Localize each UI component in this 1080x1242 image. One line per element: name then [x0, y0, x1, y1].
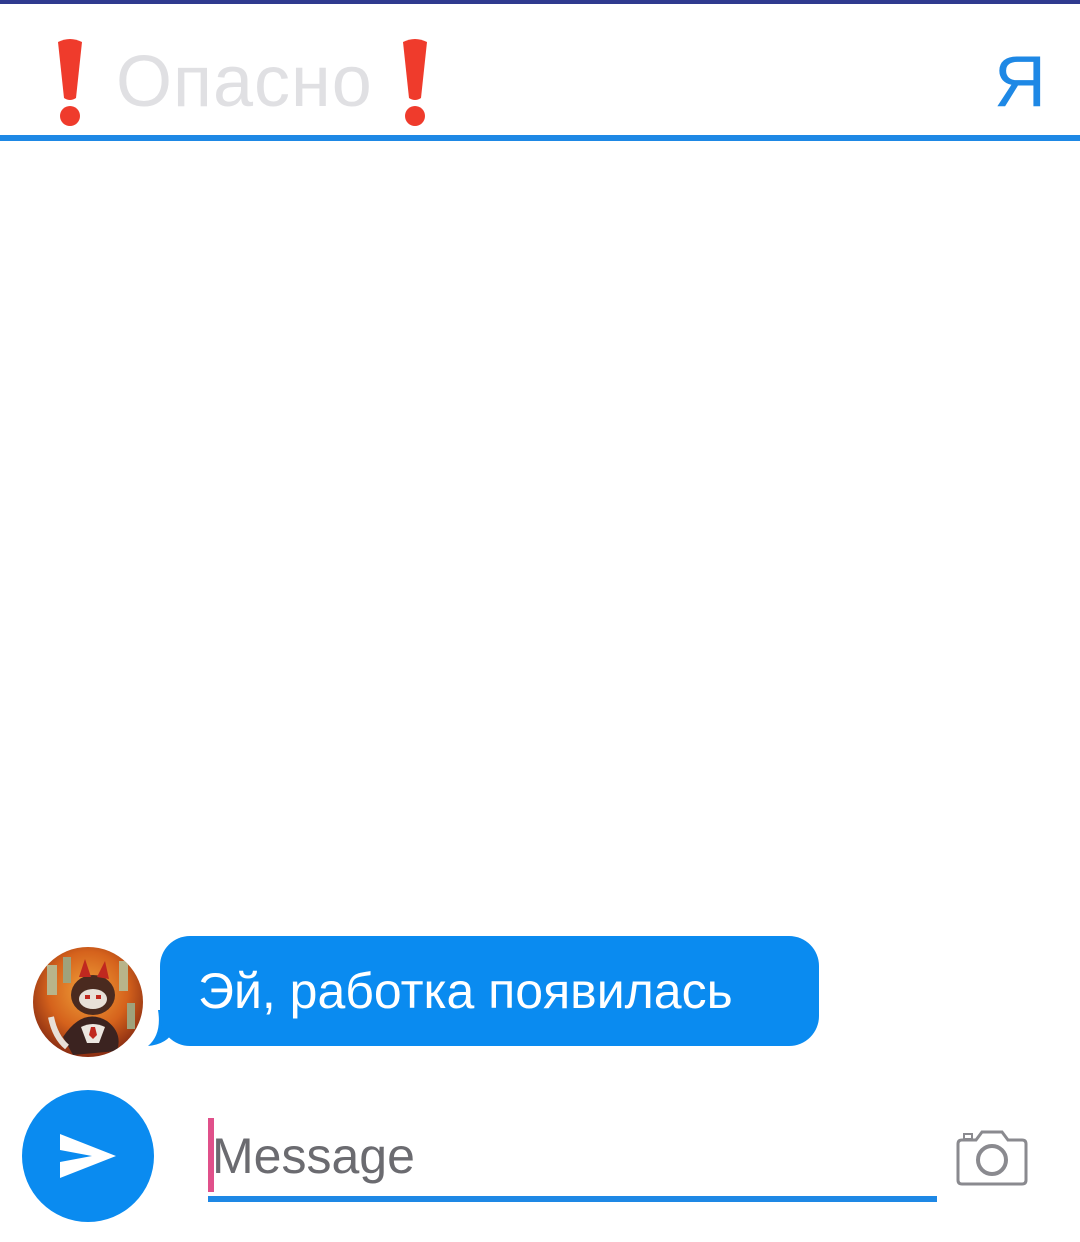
chat-title-row: Опасно [40, 32, 445, 132]
chat-header: Опасно Я [0, 4, 1080, 136]
send-arrow-icon [60, 1134, 116, 1178]
camera-icon [956, 1130, 1028, 1186]
text-caret [208, 1118, 214, 1192]
message-text: Эй, работка появилась [198, 963, 733, 1019]
message-input[interactable] [210, 1118, 936, 1194]
input-underline [208, 1196, 937, 1202]
exclamation-icon [385, 32, 445, 132]
me-label[interactable]: Я [994, 32, 1046, 132]
send-button[interactable] [22, 1090, 154, 1222]
message-bubble[interactable]: Эй, работка появилась [160, 936, 819, 1046]
camera-button[interactable] [956, 1126, 1028, 1186]
message-list[interactable] [0, 141, 1080, 1071]
exclamation-icon [40, 32, 100, 132]
avatar[interactable] [33, 947, 143, 1057]
chat-title: Опасно [116, 42, 373, 122]
